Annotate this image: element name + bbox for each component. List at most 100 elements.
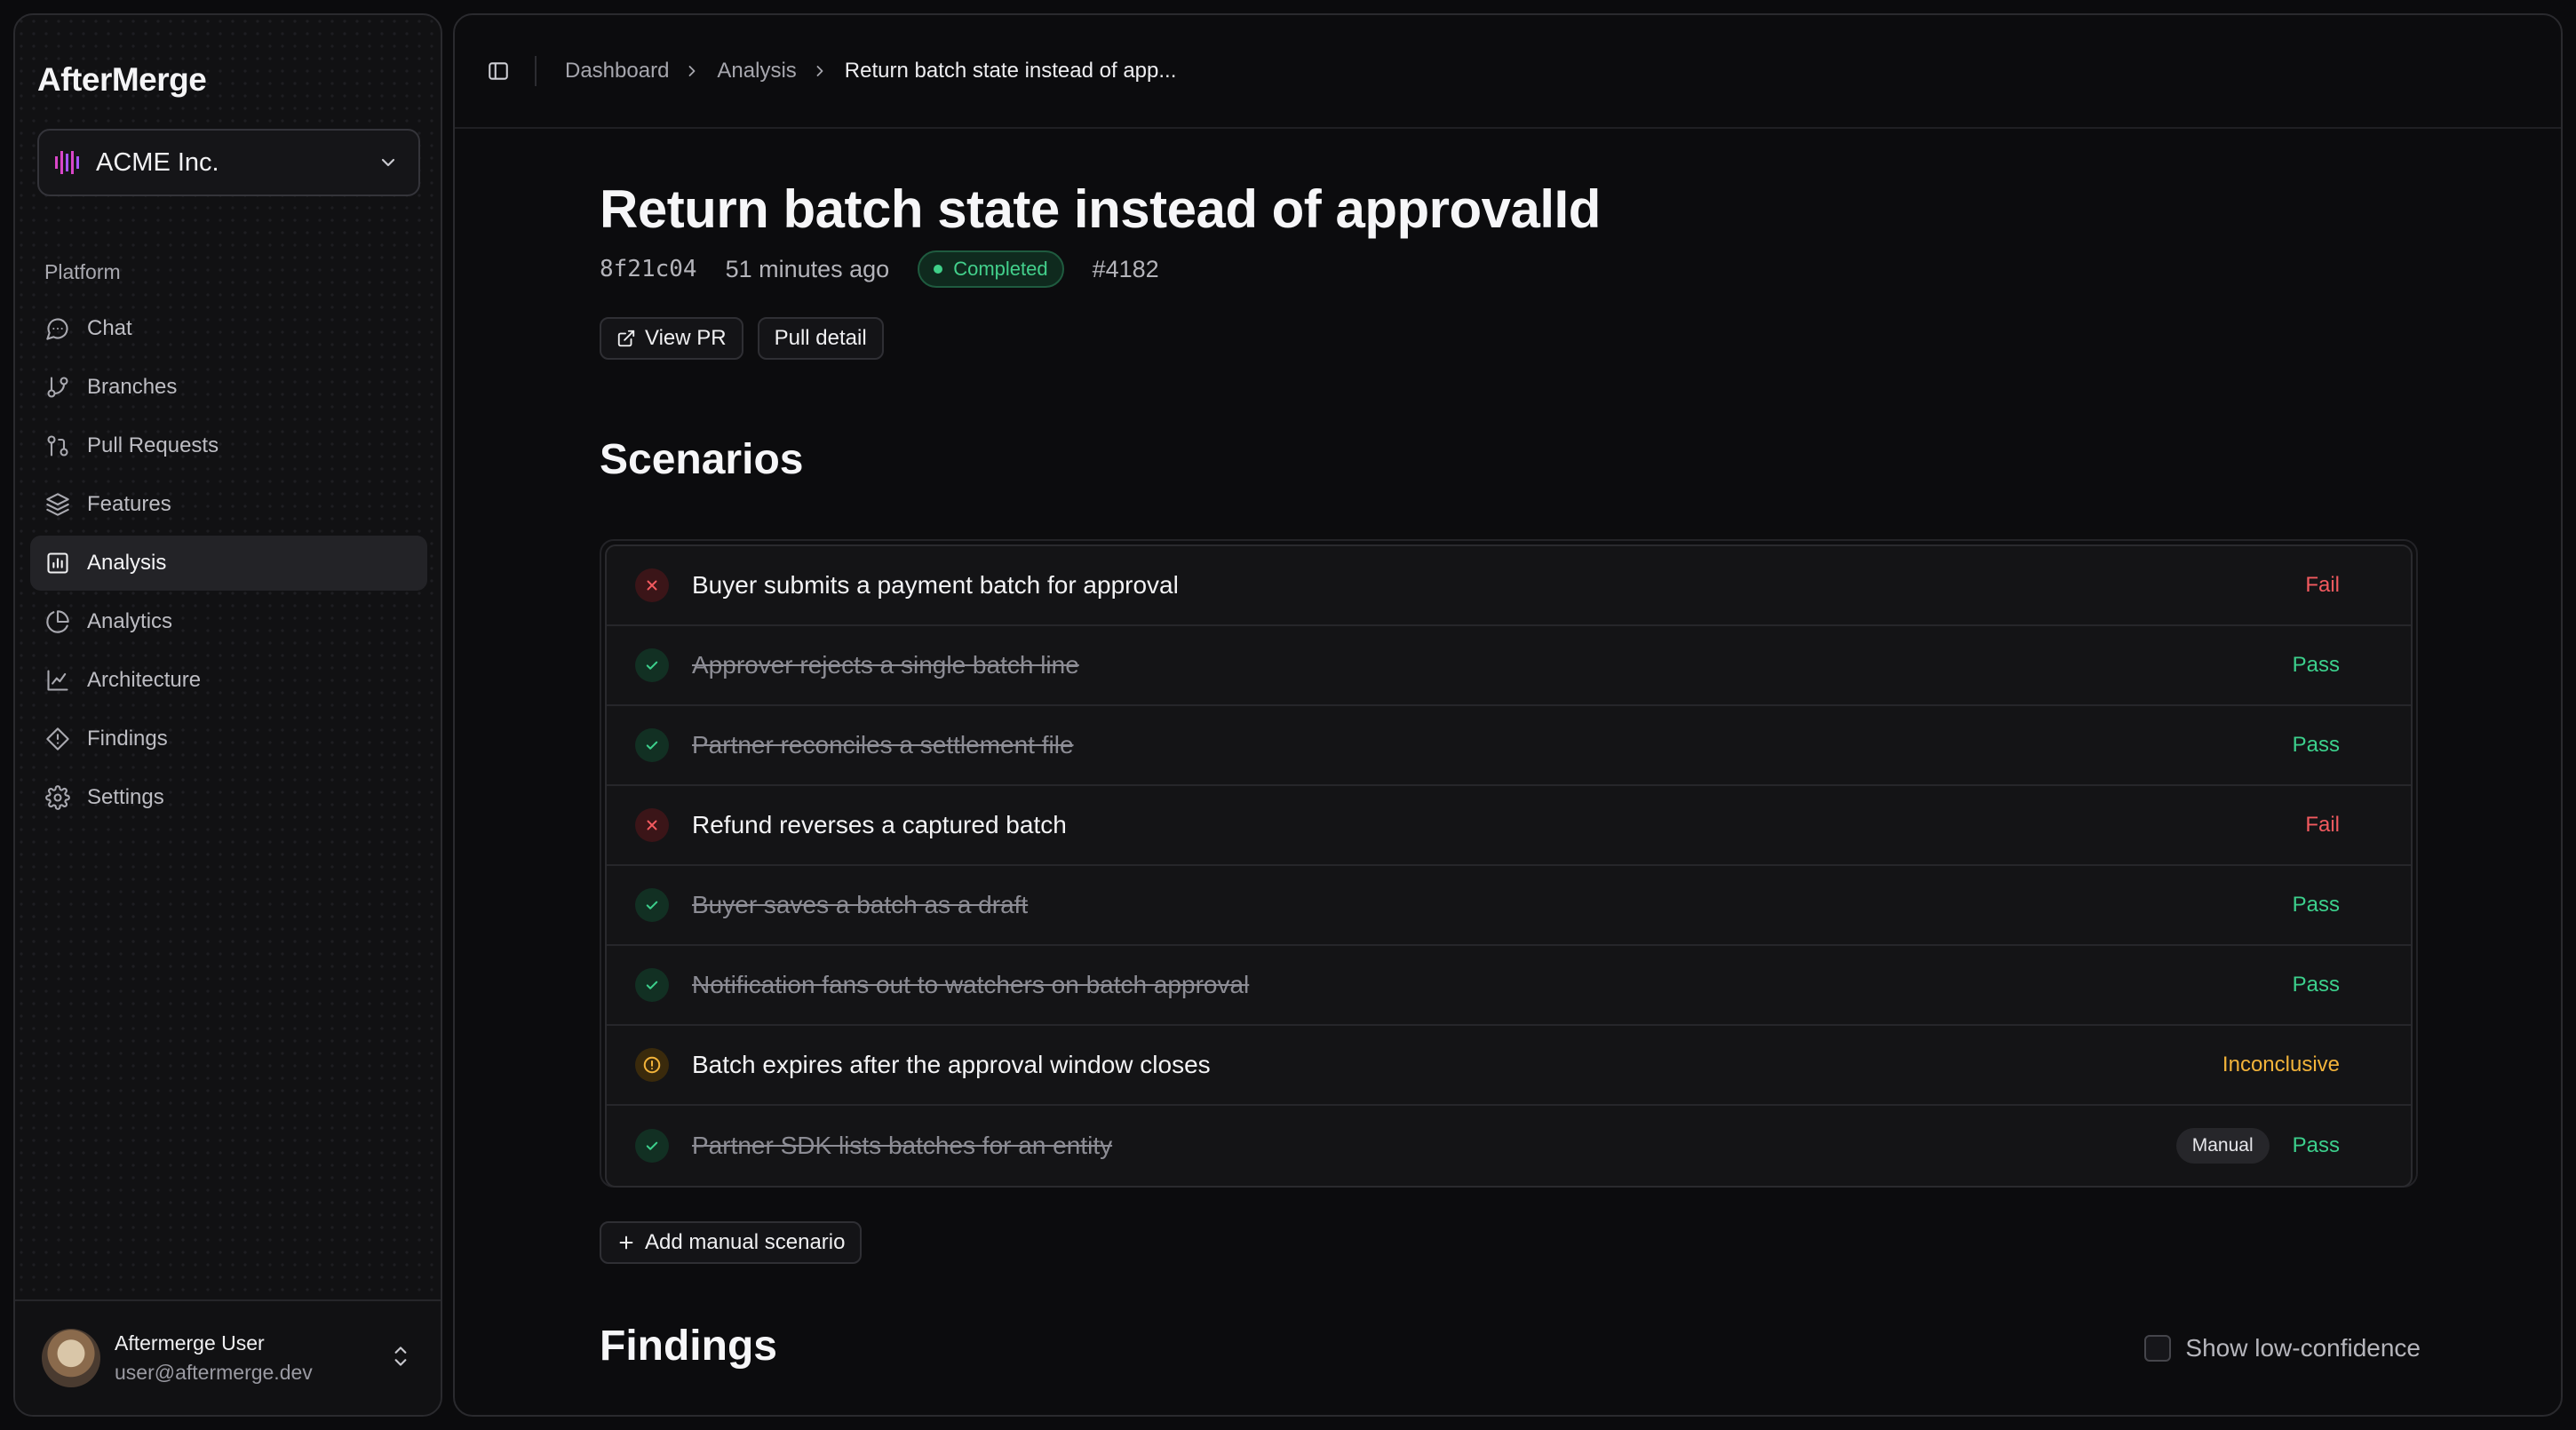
- scenarios-heading: Scenarios: [600, 436, 804, 483]
- scenario-row[interactable]: Approver rejects a single batch line Pas…: [607, 626, 2411, 706]
- page-title: Return batch state instead of approvalId: [600, 179, 1601, 239]
- top-bar: Dashboard Analysis Return batch state in…: [455, 15, 2561, 129]
- sidebar-item-settings[interactable]: Settings: [30, 770, 427, 825]
- scenario-row[interactable]: Batch expires after the approval window …: [607, 1026, 2411, 1106]
- findings-heading: Findings: [600, 1323, 777, 1370]
- show-low-confidence-label: Show low-confidence: [2185, 1334, 2421, 1362]
- view-pr-label: View PR: [645, 326, 727, 350]
- scenario-row[interactable]: Notification fans out to watchers on bat…: [607, 946, 2411, 1026]
- pass-check-icon: [635, 728, 669, 762]
- scenarios-list: Buyer submits a payment batch for approv…: [600, 539, 2418, 1188]
- scenario-result: Fail: [2305, 813, 2340, 837]
- show-low-confidence-checkbox[interactable]: [2144, 1335, 2172, 1362]
- breadcrumb-dashboard[interactable]: Dashboard: [565, 59, 669, 83]
- line-chart-icon: [44, 667, 71, 694]
- pass-check-icon: [635, 888, 669, 922]
- scenario-result: Inconclusive: [2222, 1053, 2340, 1076]
- commit-sha: 8f21c04: [600, 256, 697, 282]
- sidebar-item-findings[interactable]: Findings: [30, 711, 427, 767]
- timestamp: 51 minutes ago: [725, 255, 890, 282]
- pass-check-icon: [635, 1129, 669, 1163]
- branch-icon: [44, 374, 71, 401]
- sidebar-item-label: Analysis: [87, 551, 167, 575]
- sidebar-item-label: Pull Requests: [87, 433, 219, 457]
- scenario-result: Pass: [2292, 893, 2340, 917]
- sidebar-item-label: Branches: [87, 375, 178, 399]
- scenario-label: Refund reverses a captured batch: [692, 811, 1067, 838]
- status-badge: Completed: [918, 250, 1064, 288]
- bar-chart-icon: [44, 550, 71, 576]
- chevron-right-icon: [683, 61, 703, 81]
- scenario-label: Batch expires after the approval window …: [692, 1051, 1211, 1078]
- scenario-result: Pass: [2292, 653, 2340, 677]
- scenario-result: Pass: [2292, 1133, 2340, 1157]
- pr-number: #4182: [1092, 255, 1159, 282]
- scenario-row[interactable]: Partner reconciles a settlement file Pas…: [607, 706, 2411, 786]
- add-manual-scenario-button[interactable]: Add manual scenario: [600, 1221, 863, 1264]
- pass-check-icon: [635, 648, 669, 682]
- nav-group-label: Platform: [44, 260, 121, 283]
- plus-icon: [619, 1235, 633, 1250]
- scenario-row[interactable]: Partner SDK lists batches for an entity …: [607, 1106, 2411, 1186]
- scenario-result: Pass: [2292, 733, 2340, 757]
- scenario-result: Pass: [2292, 973, 2340, 997]
- user-menu[interactable]: Aftermerge User user@aftermerge.dev: [15, 1299, 441, 1415]
- breadcrumb-analysis[interactable]: Analysis: [717, 59, 796, 83]
- scenario-row[interactable]: Buyer saves a batch as a draft Pass: [607, 866, 2411, 946]
- sidebar-item-label: Settings: [87, 785, 164, 809]
- org-logo-icon: [53, 147, 83, 178]
- action-buttons: View PR Pull detail: [600, 317, 898, 360]
- scenario-label: Notification fans out to watchers on bat…: [692, 971, 1250, 998]
- pie-chart-icon: [44, 608, 71, 635]
- sidebar-item-features[interactable]: Features: [30, 477, 427, 532]
- main-panel: Dashboard Analysis Return batch state in…: [453, 13, 2563, 1417]
- scenario-result: Fail: [2305, 573, 2340, 597]
- layers-icon: [44, 491, 71, 518]
- scenario-label: Partner SDK lists batches for an entity: [692, 1132, 1113, 1159]
- status-dot: [934, 265, 943, 274]
- pass-check-icon: [635, 968, 669, 1002]
- sidebar-toggle-icon[interactable]: [485, 58, 512, 84]
- app-logo: AfterMerge: [37, 61, 207, 98]
- sidebar-item-label: Analytics: [87, 609, 173, 633]
- sidebar: AfterMerge ACME Inc. Platform Chat Branc…: [13, 13, 442, 1417]
- sidebar-item-chat[interactable]: Chat: [30, 301, 427, 356]
- chat-icon: [44, 315, 71, 342]
- sidebar-item-label: Chat: [87, 316, 132, 340]
- user-email: user@aftermerge.dev: [115, 1361, 313, 1384]
- fail-x-icon: [635, 808, 669, 842]
- external-link-icon: [617, 330, 635, 347]
- view-pr-button[interactable]: View PR: [600, 317, 743, 360]
- chevron-right-icon: [811, 61, 831, 81]
- sidebar-item-label: Features: [87, 492, 171, 516]
- scenario-row[interactable]: Buyer submits a payment batch for approv…: [607, 546, 2411, 626]
- add-manual-scenario-label: Add manual scenario: [645, 1230, 846, 1254]
- scenario-label: Buyer saves a batch as a draft: [692, 891, 1029, 918]
- manual-badge: Manual: [2175, 1128, 2270, 1164]
- avatar: [42, 1329, 100, 1387]
- gear-icon: [44, 784, 71, 811]
- show-low-confidence-toggle[interactable]: Show low-confidence: [2144, 1334, 2421, 1362]
- sidebar-item-architecture[interactable]: Architecture: [30, 653, 427, 708]
- scenario-row[interactable]: Refund reverses a captured batch Fail: [607, 786, 2411, 866]
- sidebar-nav: Chat Branches Pull Requests Features Ana…: [30, 301, 427, 829]
- divider: [535, 56, 537, 86]
- pull-detail-button[interactable]: Pull detail: [757, 317, 884, 360]
- sidebar-item-pull-requests[interactable]: Pull Requests: [30, 418, 427, 473]
- sidebar-item-branches[interactable]: Branches: [30, 360, 427, 415]
- status-badge-label: Completed: [953, 258, 1048, 280]
- pull-request-icon: [44, 433, 71, 459]
- alert-octagon-icon: [44, 726, 71, 752]
- scenario-label: Buyer submits a payment batch for approv…: [692, 571, 1179, 599]
- sidebar-item-analytics[interactable]: Analytics: [30, 594, 427, 649]
- sidebar-item-label: Architecture: [87, 668, 202, 692]
- analysis-meta: 8f21c04 51 minutes ago Completed #4182: [600, 250, 1159, 289]
- org-selector[interactable]: ACME Inc.: [37, 129, 420, 196]
- scenario-label: Partner reconciles a settlement file: [692, 731, 1074, 759]
- fail-x-icon: [635, 568, 669, 602]
- breadcrumb-current: Return batch state instead of app...: [844, 59, 1177, 83]
- user-name: Aftermerge User: [115, 1331, 265, 1355]
- scenario-label: Approver rejects a single batch line: [692, 651, 1079, 679]
- chevron-down-icon: [378, 152, 399, 173]
- sidebar-item-analysis[interactable]: Analysis: [30, 536, 427, 591]
